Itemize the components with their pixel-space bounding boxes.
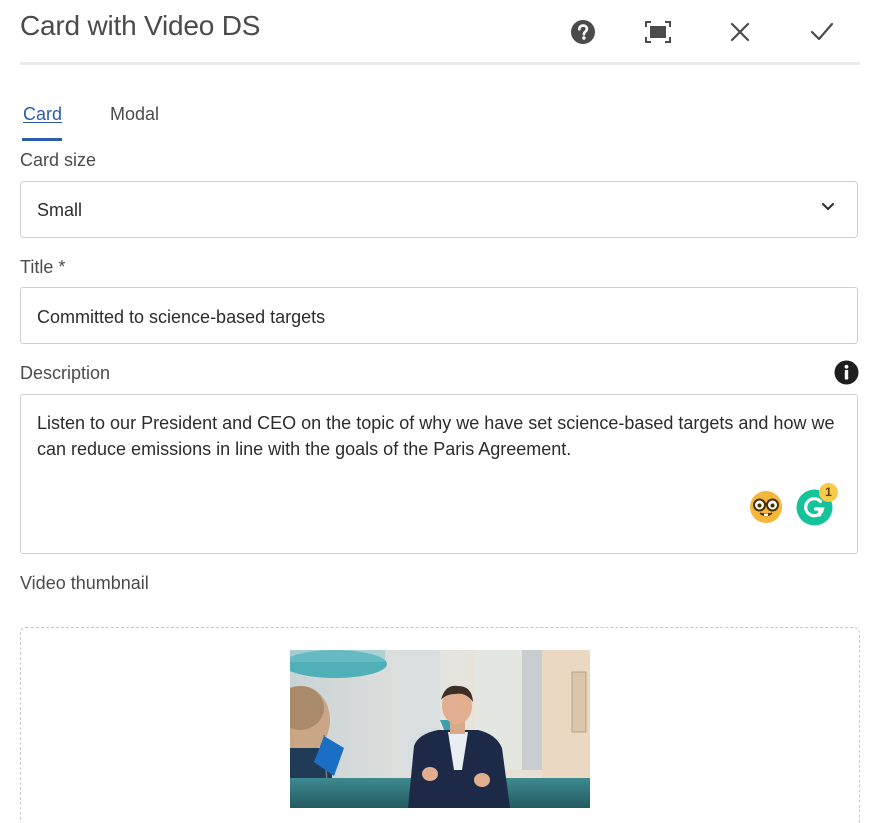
description-label: Description [20, 363, 111, 383]
info-icon[interactable] [834, 360, 859, 385]
card-size-label: Card size [20, 150, 97, 170]
video-thumbnail-label: Video thumbnail [20, 573, 149, 593]
card-size-value: Small [37, 200, 83, 220]
checkmark-icon [810, 22, 834, 41]
title-input[interactable]: Committed to science-based targets [20, 287, 858, 344]
description-textarea[interactable]: Listen to our President and CEO on the t… [20, 394, 858, 554]
nerd-face-emoji-icon[interactable] [748, 489, 784, 525]
card-size-select[interactable]: Small [20, 181, 858, 238]
video-thumbnail-image[interactable] [290, 650, 590, 808]
thumbnail-photo [290, 650, 590, 808]
fullscreen-button[interactable] [642, 16, 674, 48]
tab-card[interactable]: Card [23, 104, 62, 125]
fullscreen-icon [645, 21, 671, 43]
title-value: Committed to science-based targets [37, 307, 326, 327]
dialog: Card with Video DS Card Modal Card size … [0, 0, 882, 823]
help-icon [571, 20, 595, 44]
tab-active-indicator [22, 138, 62, 141]
title-label: Title * [20, 257, 66, 277]
dialog-header: Card with Video DS [20, 0, 860, 65]
close-icon [730, 22, 750, 42]
description-value: Listen to our President and CEO on the t… [37, 413, 835, 459]
dialog-title: Card with Video DS [20, 10, 261, 41]
grammarly-count-badge: 1 [819, 483, 838, 502]
done-button[interactable] [806, 16, 838, 48]
help-button[interactable] [567, 16, 599, 48]
chevron-down-icon [822, 203, 834, 210]
tab-modal[interactable]: Modal [110, 104, 159, 125]
close-button[interactable] [724, 16, 756, 48]
